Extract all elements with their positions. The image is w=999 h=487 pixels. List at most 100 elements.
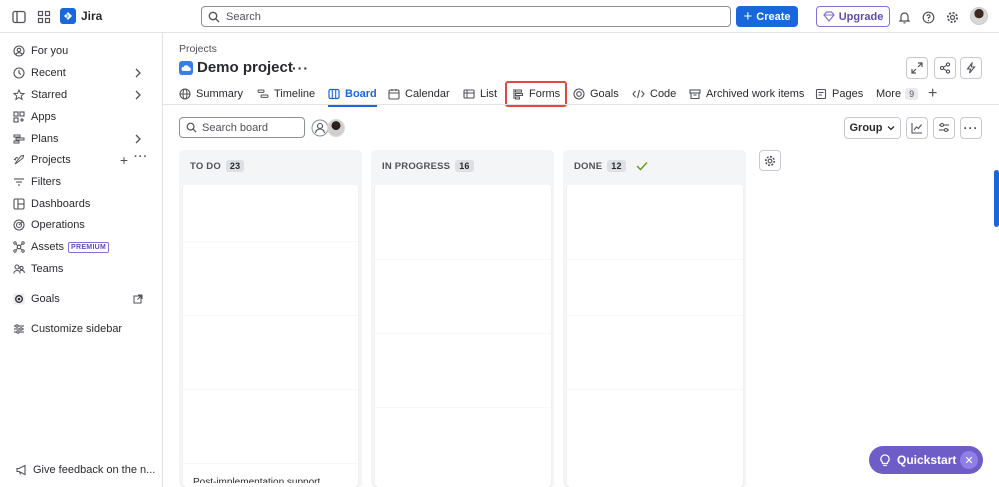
tab-board[interactable]: Board — [328, 83, 377, 107]
insights-button[interactable] — [906, 117, 928, 139]
tab-list[interactable]: List — [463, 83, 497, 105]
sidebar-item-operations[interactable]: Operations — [0, 215, 162, 235]
column-settings-button[interactable] — [759, 150, 781, 171]
tab-timeline[interactable]: Timeline — [257, 83, 315, 105]
sidebar-item-label: Projects — [31, 154, 71, 166]
tab-label: More — [876, 88, 902, 100]
breadcrumb[interactable]: Projects — [179, 43, 217, 55]
card-divider — [567, 315, 743, 316]
filter-icon — [14, 178, 24, 186]
premium-badge: PREMIUM — [68, 241, 110, 253]
global-search-input[interactable]: Search — [201, 6, 731, 27]
board-search-input[interactable]: Search board — [179, 117, 305, 138]
megaphone-icon — [16, 464, 26, 476]
sidebar-item-teams[interactable]: Teams — [0, 259, 162, 279]
upgrade-button[interactable]: Upgrade — [816, 6, 890, 27]
assignee-filter[interactable] — [311, 119, 347, 137]
top-navigation: Jira Search + Create Upgrade — [0, 0, 999, 33]
user-circle-icon — [13, 45, 25, 57]
quickstart-button[interactable]: Quickstart ✕ — [869, 446, 983, 474]
create-button-label: Create — [756, 10, 791, 23]
sidebar-toggle-icon[interactable] — [9, 7, 29, 27]
group-dropdown[interactable]: Group — [844, 117, 901, 139]
user-avatar[interactable] — [970, 7, 988, 25]
create-button[interactable]: + Create — [736, 6, 798, 27]
external-link-icon[interactable] — [133, 294, 143, 304]
sidebar-item-for-you[interactable]: For you — [0, 41, 162, 61]
timeline-icon — [257, 89, 269, 98]
app-name[interactable]: Jira — [81, 9, 102, 23]
dashboard-icon — [13, 198, 25, 210]
add-project-plus-icon[interactable]: + — [120, 152, 128, 168]
column-cards — [375, 185, 551, 487]
automation-button[interactable] — [960, 57, 982, 79]
project-more-actions-icon[interactable]: ··· — [292, 60, 309, 76]
column-header: DONE 12 — [574, 160, 648, 172]
card-divider — [567, 259, 743, 260]
tab-pages[interactable]: Pages — [815, 83, 863, 105]
notifications-icon[interactable] — [894, 7, 914, 27]
board-column-in-progress[interactable]: IN PROGRESS 16 — [371, 150, 554, 487]
tab-more[interactable]: More 9 — [876, 83, 919, 105]
sidebar-item-label: Starred — [31, 89, 68, 101]
sidebar-item-recent[interactable]: Recent — [0, 63, 162, 83]
archive-icon — [689, 89, 701, 100]
sidebar-item-projects[interactable]: Projects + ··· — [0, 150, 162, 170]
sidebar-item-filters[interactable]: Filters — [0, 172, 162, 192]
column-title: TO DO — [190, 160, 221, 172]
fullscreen-button[interactable] — [906, 57, 928, 79]
jira-logo-icon[interactable] — [60, 8, 76, 24]
chevron-right-icon[interactable] — [133, 67, 143, 79]
assets-icon — [13, 241, 25, 253]
tab-label: Timeline — [274, 88, 316, 100]
user-avatar[interactable] — [327, 119, 345, 137]
diamond-icon — [822, 11, 835, 22]
board-column-done[interactable]: DONE 12 — [563, 150, 746, 487]
list-icon — [463, 89, 475, 99]
close-icon[interactable]: ✕ — [960, 451, 978, 469]
sidebar-item-goals[interactable]: Goals — [0, 289, 162, 309]
tab-label: Goals — [590, 88, 619, 100]
view-settings-button[interactable] — [933, 117, 955, 139]
group-label: Group — [849, 122, 883, 134]
sidebar-item-starred[interactable]: Starred — [0, 85, 162, 105]
board-more-actions-button[interactable]: ··· — [960, 117, 982, 139]
tab-goals[interactable]: Goals — [573, 83, 619, 105]
column-count-badge: 12 — [607, 160, 626, 172]
tab-forms[interactable]: Forms — [504, 81, 568, 107]
tab-label: List — [480, 88, 498, 100]
column-cards — [567, 185, 743, 487]
sidebar-item-apps[interactable]: Apps — [0, 107, 162, 127]
card-divider — [567, 389, 743, 390]
settings-gear-icon[interactable] — [942, 7, 962, 27]
tab-label: Pages — [832, 88, 864, 100]
tab-summary[interactable]: Summary — [179, 83, 243, 105]
sidebar-item-dashboards[interactable]: Dashboards — [0, 194, 162, 214]
sidebar-item-plans[interactable]: Plans — [0, 129, 162, 149]
help-icon[interactable] — [918, 7, 938, 27]
card-title-partial[interactable]: Post-implementation support — [193, 475, 320, 483]
add-tab-plus-icon[interactable]: + — [928, 83, 937, 105]
tab-archived-work-items[interactable]: Archived work items — [689, 83, 804, 105]
give-feedback-link[interactable]: Give feedback on the n... — [16, 464, 155, 476]
sidebar-item-label: Apps — [31, 111, 57, 123]
plus-icon: + — [743, 8, 753, 25]
card-divider — [183, 389, 358, 390]
card-divider — [183, 463, 358, 464]
tab-calendar[interactable]: Calendar — [388, 83, 450, 105]
app-switcher-icon[interactable] — [34, 7, 54, 27]
sidebar-item-customize-sidebar[interactable]: Customize sidebar — [0, 319, 162, 339]
sliders-icon — [939, 123, 949, 132]
chevron-right-icon[interactable] — [133, 89, 143, 101]
star-icon — [13, 89, 25, 101]
lightning-icon — [966, 62, 976, 74]
sidebar-item-assets[interactable]: Assets PREMIUM — [0, 237, 162, 257]
chevron-right-icon[interactable] — [133, 133, 143, 145]
board-column-to-do[interactable]: TO DO 23 Post-implementation support — [179, 150, 362, 487]
projects-more-icon[interactable]: ··· — [134, 151, 148, 163]
sidebar-item-label: Goals — [31, 293, 60, 305]
vertical-scrollbar[interactable] — [994, 170, 999, 227]
tab-code[interactable]: Code — [632, 83, 676, 105]
plans-icon — [13, 134, 25, 144]
share-button[interactable] — [934, 57, 956, 79]
